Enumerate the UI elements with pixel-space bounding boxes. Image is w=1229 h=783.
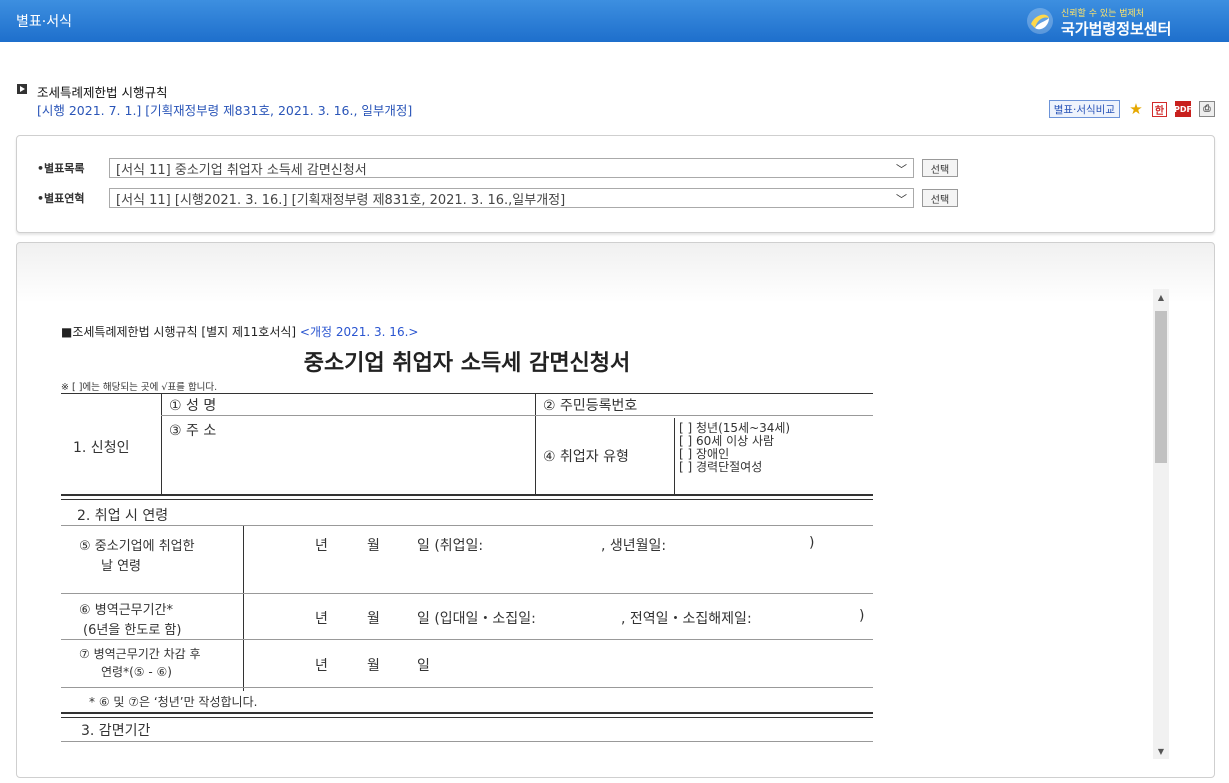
list-select-button[interactable]: 선택	[922, 159, 958, 177]
row6-month: 월	[367, 611, 380, 627]
rule	[674, 418, 675, 495]
scroll-up-icon[interactable]: ▲	[1153, 289, 1169, 305]
rule	[535, 393, 536, 495]
scroll-thumb[interactable]	[1155, 311, 1167, 463]
form-title: 중소기업 취업자 소득세 감면신청서	[303, 351, 631, 376]
row5-label-1: ⑤ 중소기업에 취업한	[79, 539, 195, 554]
top-bar: 별표·서식 신뢰할 수 있는 법제처 국가법령정보센터	[0, 0, 1229, 42]
rule	[61, 639, 873, 640]
history-select-button[interactable]: 선택	[922, 189, 958, 207]
document-viewer[interactable]: ▲ ▼ ■조세특례제한법 시행규칙 [별지 제11호서식] <개정 2021. …	[16, 242, 1215, 778]
form-header-text: ■조세특례제한법 시행규칙 [별지 제11호서식]	[61, 325, 300, 339]
rule	[243, 526, 244, 691]
rule	[61, 525, 873, 526]
rule	[61, 499, 873, 500]
section2-footnote: * ⑥ 및 ⑦은 ‘청년’만 작성합니다.	[89, 695, 258, 709]
row6-label-1: ⑥ 병역근무기간*	[79, 603, 174, 618]
star-icon[interactable]: ★	[1128, 100, 1144, 118]
section1-label: 1. 신청인	[73, 440, 130, 456]
history-row: •별표연혁 [서식 11] [시행2021. 3. 16.] [기획재정부령 제…	[37, 188, 958, 208]
row5-close: )	[809, 535, 815, 551]
compare-button[interactable]: 별표·서식비교	[1048, 100, 1120, 118]
row5-birth: , 생년월일:	[601, 538, 667, 554]
vertical-scrollbar[interactable]: ▲ ▼	[1153, 289, 1169, 759]
pdf-icon[interactable]: PDF	[1174, 101, 1192, 117]
type-label: ④ 취업자 유형	[543, 449, 629, 465]
rule	[61, 687, 873, 688]
rule	[61, 593, 873, 594]
rule	[61, 717, 873, 718]
form-header: ■조세특례제한법 시행규칙 [별지 제11호서식] <개정 2021. 3. 1…	[61, 323, 418, 340]
row7-day: 일	[417, 658, 430, 674]
row7-label-1: ⑦ 병역근무기간 차감 후	[79, 647, 201, 661]
row5-day: 일 (취업일:	[417, 538, 484, 554]
law-tools: 별표·서식비교 ★ 한 PDF ⎙	[1048, 99, 1215, 119]
rule	[161, 393, 162, 495]
page-title: 별표·서식	[16, 14, 72, 30]
scroll-down-icon[interactable]: ▼	[1153, 743, 1169, 759]
hwp-icon[interactable]: 한	[1152, 101, 1167, 117]
rrn-label: ② 주민등록번호	[543, 398, 638, 414]
list-row: •별표목록 [서식 11] 중소기업 취업자 소득세 감면신청서 ﹀ 선택	[37, 158, 958, 178]
chevron-down-icon: ﹀	[896, 163, 907, 176]
row7-month: 월	[367, 658, 380, 674]
revision-link[interactable]: <개정 2021. 3. 16.>	[300, 325, 419, 339]
law-meta: [시행 2021. 7. 1.] [기획재정부령 제831호, 2021. 3.…	[37, 103, 413, 118]
rule	[61, 494, 873, 496]
brand-logo[interactable]: 신뢰할 수 있는 법제처 국가법령정보센터	[1025, 4, 1215, 40]
list-select-value: [서식 11] 중소기업 취업자 소득세 감면신청서	[116, 162, 367, 178]
list-select[interactable]: [서식 11] 중소기업 취업자 소득세 감면신청서 ﹀	[109, 158, 914, 178]
selector-panel: •별표목록 [서식 11] 중소기업 취업자 소득세 감면신청서 ﹀ 선택 •별…	[16, 135, 1215, 233]
brand-emblem-icon	[1027, 8, 1053, 34]
row5-label-2: 날 연령	[101, 559, 142, 574]
chevron-down-icon: ﹀	[896, 193, 907, 206]
law-name: 조세특례제한법 시행규칙	[37, 85, 168, 100]
history-select-value: [서식 11] [시행2021. 3. 16.] [기획재정부령 제831호, …	[116, 192, 566, 208]
rule	[61, 393, 873, 394]
print-icon[interactable]: ⎙	[1199, 101, 1215, 117]
row5-year: 년	[315, 538, 328, 554]
type-option-career-break[interactable]: [ ] 경력단절여성	[679, 458, 762, 475]
row6-discharge: , 전역일・소집해제일:	[621, 611, 752, 627]
row6-year: 년	[315, 611, 328, 627]
address-label: ③ 주 소	[169, 423, 217, 439]
arrow-bullet-icon	[17, 84, 27, 94]
section3-label: 3. 감면기간	[81, 723, 151, 739]
rule	[61, 712, 873, 714]
section2-label: 2. 취업 시 연령	[77, 508, 169, 524]
row7-label-2: 연령*(⑤ - ⑥)	[101, 665, 172, 679]
row7-year: 년	[315, 658, 328, 674]
row5-month: 월	[367, 538, 380, 554]
rule	[61, 741, 873, 742]
name-label: ① 성 명	[169, 398, 217, 414]
list-label: •별표목록	[37, 162, 85, 175]
history-select[interactable]: [서식 11] [시행2021. 3. 16.] [기획재정부령 제831호, …	[109, 188, 914, 208]
row6-label-2: (6년을 한도로 함)	[83, 623, 182, 638]
history-label: •별표연혁	[37, 192, 85, 205]
row6-day: 일 (입대일・소집일:	[417, 611, 536, 627]
brand-name: 국가법령정보센터	[1061, 20, 1172, 38]
row6-close: )	[859, 608, 865, 624]
form-note: ※ [ ]에는 해당되는 곳에 √표를 합니다.	[61, 382, 218, 393]
rule	[161, 415, 873, 416]
